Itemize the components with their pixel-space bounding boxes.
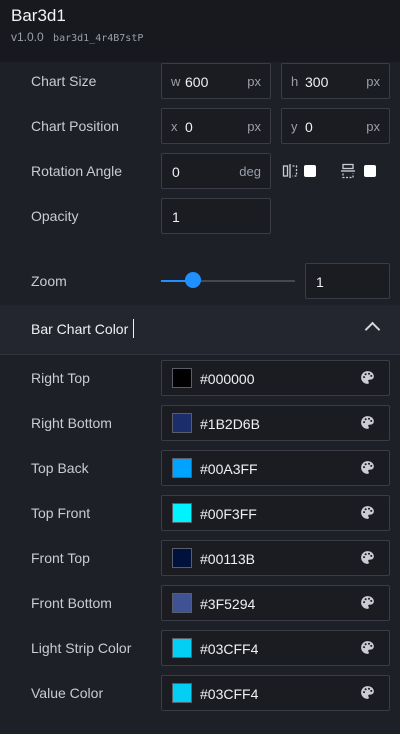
color-hex-value: #1B2D6B xyxy=(200,416,260,432)
panel-header: Bar3d1 v1.0.0 bar3d1_4r4B7stP xyxy=(0,0,400,62)
x-value: 0 xyxy=(185,119,193,135)
y-prefix: y xyxy=(291,119,298,134)
color-picker-front-top[interactable]: #00113B xyxy=(161,540,390,576)
color-swatch[interactable] xyxy=(172,368,192,388)
zoom-input[interactable]: 1 xyxy=(305,263,390,299)
color-label: Front Bottom xyxy=(31,595,112,611)
rotation-unit: deg xyxy=(239,164,261,179)
chart-position-row: Chart Position x 0 px y 0 px xyxy=(0,108,400,146)
height-value: 300 xyxy=(305,74,329,90)
color-label: Right Bottom xyxy=(31,415,112,431)
color-picker-top-back[interactable]: #00A3FF xyxy=(161,450,390,486)
flip-horizontal-icon xyxy=(282,164,298,178)
color-label: Top Front xyxy=(31,505,91,521)
width-value: 600 xyxy=(185,74,209,90)
section-title: Bar Chart Color xyxy=(31,321,129,337)
color-row-front-bottom: Front Bottom #3F5294 xyxy=(0,585,400,623)
y-unit: px xyxy=(366,119,380,134)
zoom-label: Zoom xyxy=(31,273,67,289)
color-label: Value Color xyxy=(31,685,104,701)
rotation-row: Rotation Angle 0 deg xyxy=(0,153,400,191)
palette-icon[interactable] xyxy=(360,640,375,655)
zoom-slider-thumb[interactable] xyxy=(185,272,202,288)
zoom-value: 1 xyxy=(316,274,324,290)
color-hex-value: #00F3FF xyxy=(200,506,257,522)
palette-icon[interactable] xyxy=(360,595,375,610)
opacity-row: Opacity 1 xyxy=(0,198,400,236)
color-swatch[interactable] xyxy=(172,458,192,478)
width-unit: px xyxy=(247,74,261,89)
rotation-angle-label: Rotation Angle xyxy=(31,163,123,179)
zoom-slider[interactable] xyxy=(161,280,295,282)
color-label: Front Top xyxy=(31,550,90,566)
color-hex-value: #3F5294 xyxy=(200,596,256,612)
color-row-front-top: Front Top #00113B xyxy=(0,540,400,578)
flip-vertical-icon xyxy=(341,163,355,179)
color-picker-right-top[interactable]: #000000 xyxy=(161,360,390,396)
color-swatch[interactable] xyxy=(172,548,192,568)
color-row-top-front: Top Front #00F3FF xyxy=(0,495,400,533)
chevron-up-icon[interactable] xyxy=(364,321,381,338)
position-x-input[interactable]: x 0 px xyxy=(161,108,271,144)
palette-icon[interactable] xyxy=(360,460,375,475)
version-label: v1.0.0 xyxy=(11,30,44,44)
x-unit: px xyxy=(247,119,261,134)
height-unit: px xyxy=(366,74,380,89)
palette-icon[interactable] xyxy=(360,415,375,430)
color-swatch[interactable] xyxy=(172,638,192,658)
palette-icon[interactable] xyxy=(360,685,375,700)
flip-horizontal-checkbox[interactable] xyxy=(304,165,316,177)
rotation-value: 0 xyxy=(172,164,180,180)
component-id: bar3d1_4r4B7stP xyxy=(53,33,144,44)
color-row-light-strip-color: Light Strip Color #03CFF4 xyxy=(0,630,400,668)
color-picker-light-strip-color[interactable]: #03CFF4 xyxy=(161,630,390,666)
color-label: Top Back xyxy=(31,460,89,476)
color-swatch[interactable] xyxy=(172,503,192,523)
zoom-row: Zoom 1 xyxy=(0,263,400,301)
color-swatch[interactable] xyxy=(172,593,192,613)
color-row-right-top: Right Top #000000 xyxy=(0,360,400,398)
x-prefix: x xyxy=(171,119,178,134)
color-swatch[interactable] xyxy=(172,683,192,703)
component-title: Bar3d1 xyxy=(11,6,66,25)
palette-icon[interactable] xyxy=(360,550,375,565)
flip-vertical-checkbox[interactable] xyxy=(364,165,376,177)
color-picker-right-bottom[interactable]: #1B2D6B xyxy=(161,405,390,441)
color-hex-value: #000000 xyxy=(200,371,255,387)
color-hex-value: #00A3FF xyxy=(200,461,258,477)
opacity-label: Opacity xyxy=(31,208,79,224)
height-input[interactable]: h 300 px xyxy=(281,63,390,99)
color-row-top-back: Top Back #00A3FF xyxy=(0,450,400,488)
color-hex-value: #00113B xyxy=(200,551,256,567)
opacity-input[interactable]: 1 xyxy=(161,198,271,234)
color-picker-front-bottom[interactable]: #3F5294 xyxy=(161,585,390,621)
color-picker-value-color[interactable]: #03CFF4 xyxy=(161,675,390,711)
opacity-value: 1 xyxy=(172,209,180,225)
y-value: 0 xyxy=(305,119,313,135)
color-row-value-color: Value Color #03CFF4 xyxy=(0,675,400,713)
color-row-right-bottom: Right Bottom #1B2D6B xyxy=(0,405,400,443)
color-picker-top-front[interactable]: #00F3FF xyxy=(161,495,390,531)
position-y-input[interactable]: y 0 px xyxy=(281,108,390,144)
width-prefix: w xyxy=(171,74,181,89)
color-hex-value: #03CFF4 xyxy=(200,686,259,702)
color-swatch[interactable] xyxy=(172,413,192,433)
palette-icon[interactable] xyxy=(360,370,375,385)
color-label: Right Top xyxy=(31,370,90,386)
text-cursor xyxy=(133,319,134,338)
chart-position-label: Chart Position xyxy=(31,118,119,134)
bar-chart-color-section-header[interactable]: Bar Chart Color xyxy=(0,305,400,355)
width-input[interactable]: w 600 px xyxy=(161,63,271,99)
color-hex-value: #03CFF4 xyxy=(200,641,259,657)
palette-icon[interactable] xyxy=(360,505,375,520)
chart-size-label: Chart Size xyxy=(31,73,97,89)
color-label: Light Strip Color xyxy=(31,640,132,656)
component-version: v1.0.0 bar3d1_4r4B7stP xyxy=(11,30,143,44)
chart-size-row: Chart Size w 600 px h 300 px xyxy=(0,63,400,101)
rotation-angle-input[interactable]: 0 deg xyxy=(161,153,271,189)
height-prefix: h xyxy=(291,74,299,89)
